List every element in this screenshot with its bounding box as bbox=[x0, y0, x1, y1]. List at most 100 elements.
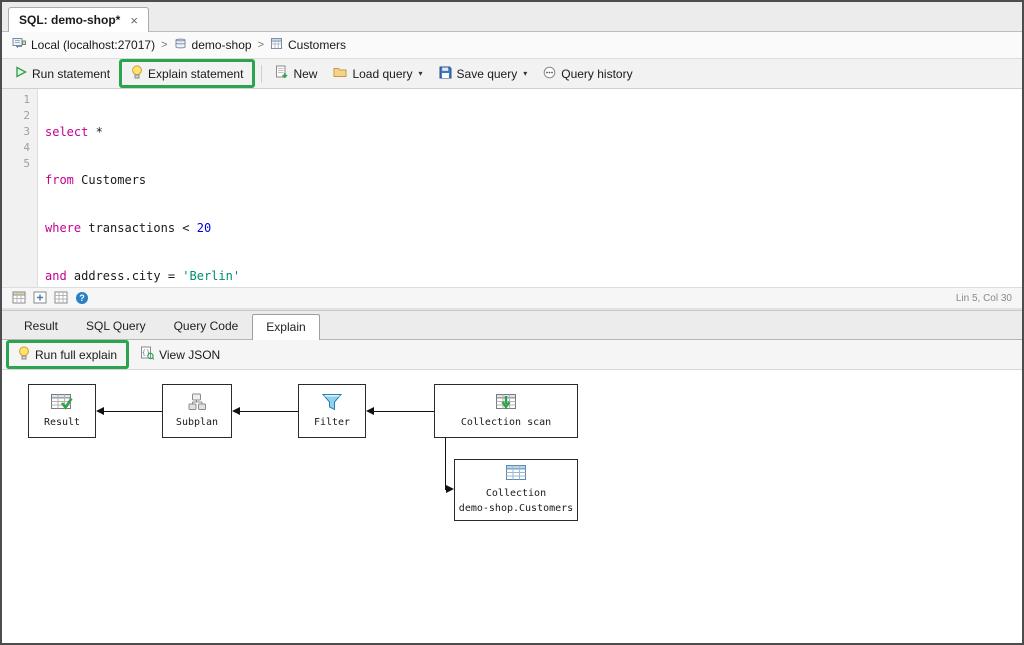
elbow-vertical-line bbox=[445, 438, 446, 490]
sql-text: Customers bbox=[73, 173, 147, 187]
annotation-highlight-run-full-explain: Run full explain bbox=[6, 340, 130, 369]
arrow-line-subplan-result bbox=[104, 411, 162, 412]
sql-text: address.city = bbox=[66, 269, 183, 283]
run-icon bbox=[15, 66, 27, 81]
arrowhead-to-subplan bbox=[232, 407, 240, 415]
chevron-down-icon: ▾ bbox=[523, 69, 528, 78]
line-number: 3 bbox=[23, 125, 30, 138]
new-query-label: New bbox=[293, 66, 318, 81]
collection-scan-icon bbox=[495, 393, 517, 414]
arrow-line-filter-subplan bbox=[240, 411, 298, 412]
code-area[interactable]: select * from Customers where transactio… bbox=[38, 89, 1022, 287]
arrow-line-scan-filter bbox=[374, 411, 434, 412]
breadcrumb-collection-label: Customers bbox=[288, 38, 347, 52]
chevron-down-icon: ▾ bbox=[418, 69, 423, 78]
run-statement-button[interactable]: Run statement bbox=[8, 63, 117, 84]
line-number: 4 bbox=[23, 141, 30, 154]
database-icon bbox=[174, 37, 187, 53]
diagram-node-collection-scan[interactable]: Collection scan bbox=[434, 384, 578, 438]
tab-result[interactable]: Result bbox=[10, 313, 72, 339]
breadcrumb-separator: > bbox=[161, 39, 168, 51]
tab-query-code[interactable]: Query Code bbox=[160, 313, 253, 339]
editor-grid-option-icon[interactable] bbox=[12, 291, 27, 305]
editor-expand-option-icon[interactable] bbox=[33, 291, 48, 305]
breadcrumb-database[interactable]: demo-shop bbox=[174, 37, 252, 53]
diagram-node-label: Result bbox=[43, 416, 81, 428]
annotation-highlight-explain: Explain statement bbox=[119, 59, 256, 88]
diagram-node-sublabel: demo-shop.Customers bbox=[458, 503, 574, 514]
run-statement-label: Run statement bbox=[32, 66, 111, 81]
load-query-button[interactable]: Load query ▾ bbox=[326, 63, 429, 84]
help-icon[interactable]: ? bbox=[75, 291, 90, 305]
query-history-button[interactable]: Query history bbox=[536, 63, 639, 85]
explain-statement-button[interactable]: Explain statement bbox=[124, 62, 250, 85]
breadcrumb-collection[interactable]: Customers bbox=[270, 37, 346, 53]
connection-icon bbox=[12, 37, 26, 53]
diagram-node-collection[interactable]: Collection demo-shop.Customers bbox=[454, 459, 578, 521]
result-panel-tabs: Result SQL Query Query Code Explain bbox=[2, 311, 1022, 340]
explain-diagram: Result Subplan Filter Collection scan Co… bbox=[2, 370, 1022, 643]
document-tab-label: SQL: demo-shop* bbox=[19, 13, 121, 27]
collection-icon bbox=[270, 37, 283, 53]
new-document-icon bbox=[275, 65, 288, 82]
sql-string: 'Berlin' bbox=[182, 269, 241, 283]
breadcrumb-connection[interactable]: Local (localhost:27017) bbox=[12, 37, 155, 53]
diagram-node-label: Collection scan bbox=[460, 416, 552, 428]
filter-funnel-icon bbox=[321, 393, 343, 414]
arrowhead-to-collection bbox=[446, 485, 454, 493]
explain-statement-label: Explain statement bbox=[148, 66, 244, 81]
explain-toolbar: Run full explain {} View JSON bbox=[2, 340, 1022, 370]
breadcrumb-database-label: demo-shop bbox=[191, 38, 252, 52]
collection-table-icon bbox=[505, 465, 527, 485]
sql-editor[interactable]: 1 2 3 4 5 select * from Customers where … bbox=[2, 89, 1022, 287]
sql-keyword: select bbox=[45, 125, 89, 139]
breadcrumb: Local (localhost:27017) > demo-shop > Cu… bbox=[2, 32, 1022, 59]
load-query-label: Load query bbox=[352, 66, 413, 81]
save-icon bbox=[439, 66, 452, 82]
svg-text:{}: {} bbox=[142, 349, 150, 357]
line-number-gutter: 1 2 3 4 5 bbox=[2, 89, 38, 287]
result-table-check-icon bbox=[51, 393, 73, 414]
diagram-node-label: Filter bbox=[313, 417, 351, 428]
editor-table-option-icon[interactable] bbox=[54, 291, 69, 305]
subplan-icon bbox=[187, 393, 207, 414]
diagram-node-label: Collection bbox=[485, 488, 547, 499]
line-number: 1 bbox=[23, 93, 30, 106]
diagram-node-filter[interactable]: Filter bbox=[298, 384, 366, 438]
sql-keyword: where bbox=[45, 221, 82, 235]
svg-text:?: ? bbox=[79, 293, 85, 303]
breadcrumb-connection-label: Local (localhost:27017) bbox=[31, 38, 156, 52]
diagram-node-label: Subplan bbox=[175, 417, 219, 428]
save-query-label: Save query bbox=[456, 66, 518, 81]
sql-keyword: and bbox=[45, 269, 67, 283]
sql-number: 20 bbox=[196, 221, 212, 235]
toolbar-separator bbox=[261, 64, 263, 83]
sql-text: * bbox=[88, 125, 103, 139]
run-full-explain-label: Run full explain bbox=[35, 347, 118, 362]
code-line[interactable]: where transactions < 20 bbox=[38, 220, 1022, 236]
code-line[interactable]: and address.city = 'Berlin' bbox=[38, 268, 1022, 284]
code-line[interactable]: from Customers bbox=[38, 172, 1022, 188]
line-number: 2 bbox=[23, 109, 30, 122]
history-icon bbox=[543, 66, 556, 82]
run-full-explain-button[interactable]: Run full explain bbox=[11, 343, 124, 366]
app-window: SQL: demo-shop* × Local (localhost:27017… bbox=[0, 0, 1024, 645]
lightbulb-icon bbox=[18, 346, 30, 363]
view-json-label: View JSON bbox=[159, 347, 221, 362]
new-query-button[interactable]: New bbox=[268, 62, 324, 85]
diagram-node-subplan[interactable]: Subplan bbox=[162, 384, 232, 438]
code-line[interactable]: select * bbox=[38, 124, 1022, 140]
cursor-position: Lin 5, Col 30 bbox=[955, 292, 1012, 304]
breadcrumb-separator: > bbox=[257, 39, 264, 51]
view-json-button[interactable]: {} View JSON bbox=[133, 343, 227, 366]
diagram-node-result[interactable]: Result bbox=[28, 384, 96, 438]
document-tab-sql-demo-shop[interactable]: SQL: demo-shop* × bbox=[8, 7, 149, 32]
arrowhead-to-filter bbox=[366, 407, 374, 415]
close-icon[interactable]: × bbox=[130, 14, 138, 27]
tab-sql-query[interactable]: SQL Query bbox=[72, 313, 160, 339]
line-number: 5 bbox=[23, 157, 30, 170]
save-query-button[interactable]: Save query ▾ bbox=[432, 63, 535, 85]
query-toolbar: Run statement Explain statement New Load… bbox=[2, 59, 1022, 89]
sql-keyword: from bbox=[45, 173, 74, 187]
tab-explain[interactable]: Explain bbox=[252, 314, 320, 340]
